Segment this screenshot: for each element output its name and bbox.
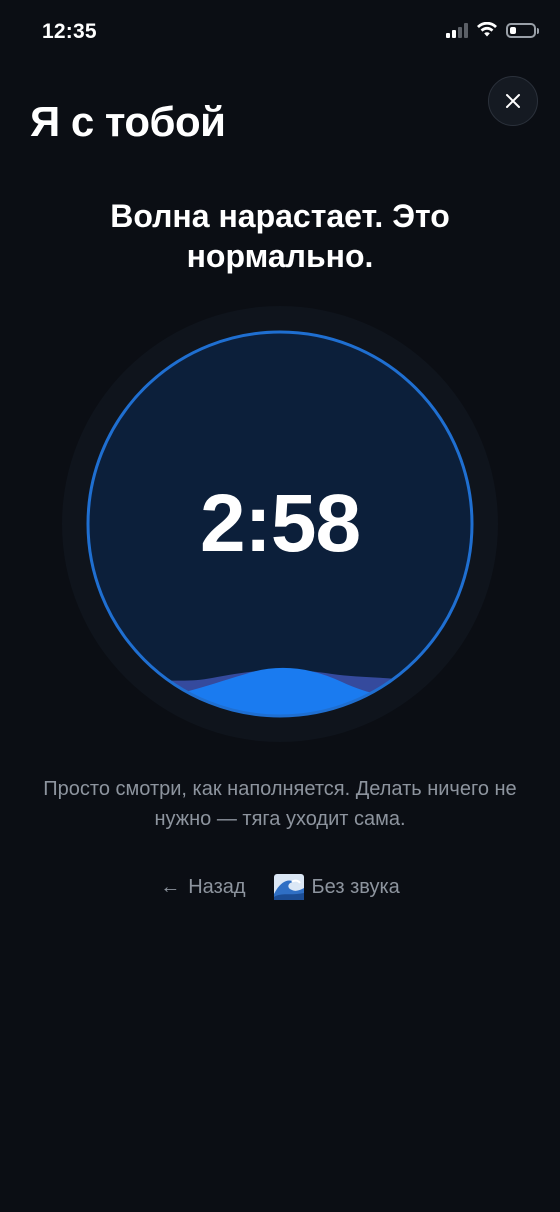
status-icons bbox=[446, 22, 539, 38]
timer-circle: 2:58 bbox=[62, 306, 498, 742]
battery-icon bbox=[506, 22, 539, 38]
back-label: Назад bbox=[188, 875, 246, 898]
status-time: 12:35 bbox=[42, 20, 97, 43]
page-title: Я с тобой bbox=[30, 98, 226, 145]
arrow-left-icon: ← bbox=[160, 875, 181, 898]
close-button[interactable] bbox=[488, 76, 538, 126]
hint-text: Просто смотри, как наполняется. Делать н… bbox=[43, 778, 517, 830]
action-row: ← Назад Без звука bbox=[0, 874, 560, 900]
wifi-icon bbox=[477, 22, 497, 37]
cellular-signal-icon bbox=[446, 22, 468, 38]
headline: Волна нарастает. Это нормально. bbox=[110, 198, 450, 274]
status-bar: 12:35 bbox=[0, 0, 560, 70]
timer: 2:58 bbox=[199, 478, 361, 569]
back-button[interactable]: ← Назад bbox=[160, 874, 245, 900]
mute-button[interactable]: Без звука bbox=[273, 874, 400, 900]
wave-emoji-icon bbox=[273, 874, 304, 900]
close-icon bbox=[506, 94, 520, 108]
mute-label: Без звука bbox=[311, 875, 400, 898]
